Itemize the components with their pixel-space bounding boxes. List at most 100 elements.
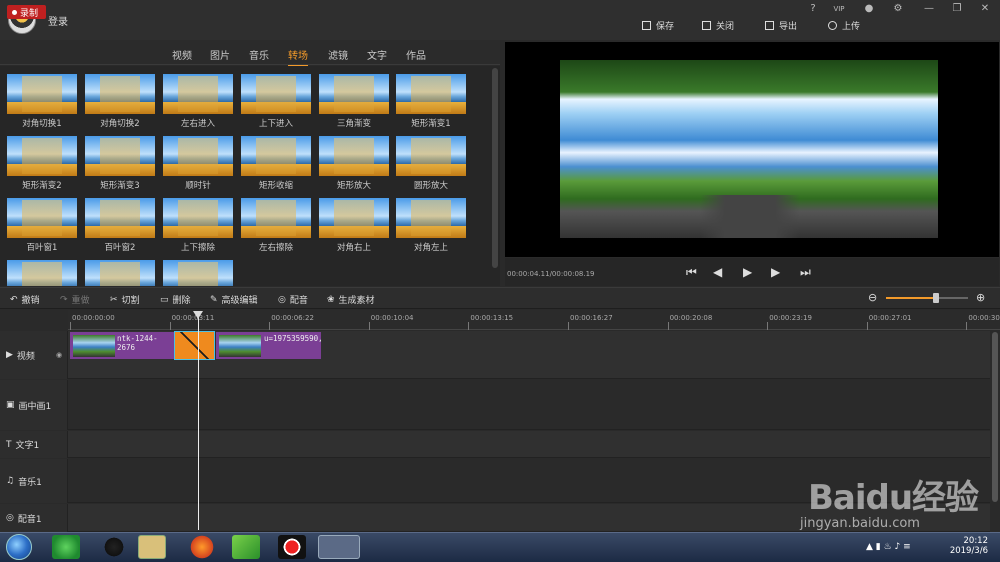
restore-icon[interactable]: ❐: [950, 2, 964, 16]
library-scrollbar[interactable]: [492, 68, 498, 268]
transition-label: 对角切换1: [22, 119, 62, 129]
transition-library: 对角切换1 对角切换2 左右进入 上下进入 三角渐变 矩形渐变1 矩形渐变2 矩形渐变3 顺时针…: [0, 66, 500, 286]
tab-image[interactable]: 图片: [210, 47, 230, 62]
transition-marker[interactable]: [174, 331, 215, 360]
generate-material-button[interactable]: ❀ 生成素材: [327, 293, 375, 307]
export-button[interactable]: 导出: [765, 19, 797, 32]
firefox-icon[interactable]: [188, 535, 216, 559]
ruler-tick: [269, 322, 271, 330]
clip-label: ntk-1244-2676: [117, 334, 158, 352]
transition-thumbnail[interactable]: [396, 198, 466, 238]
zoom-slider-handle[interactable]: [933, 293, 940, 303]
transition-thumbnail[interactable]: [319, 136, 389, 176]
transition-thumbnail[interactable]: [241, 198, 311, 238]
close-project-button[interactable]: 关闭: [702, 19, 734, 32]
delete-button[interactable]: ▭ 删除: [160, 293, 191, 307]
qq-icon[interactable]: [100, 535, 128, 559]
transition-label: 矩形放大: [336, 181, 371, 191]
app-360-icon[interactable]: [52, 535, 80, 559]
transition-thumbnail[interactable]: [163, 198, 233, 238]
video-clip-2[interactable]: u=1975359590,: [216, 332, 321, 359]
tab-transition[interactable]: 转场: [288, 47, 308, 67]
pencil-icon: ✎: [210, 294, 218, 305]
video-track-icon: ▶: [6, 350, 13, 360]
ruler-label: 00:00:10:04: [370, 314, 414, 322]
record-button[interactable]: 录制: [7, 5, 46, 19]
track-text-lane[interactable]: [0, 431, 990, 458]
timeline-scrollbar[interactable]: [992, 332, 998, 502]
transition-thumbnail[interactable]: [396, 136, 466, 176]
transition-thumbnail[interactable]: [7, 74, 77, 114]
transition-label: 上下擦除: [180, 243, 215, 253]
transition-label: 上下进入: [258, 119, 293, 129]
cut-button[interactable]: ✂ 切割: [110, 293, 140, 307]
mic-icon: ◎: [278, 294, 286, 305]
skip-start-icon[interactable]: ⏮: [686, 265, 697, 280]
zoom-out-icon[interactable]: ⊖: [868, 291, 877, 304]
transition-thumbnail[interactable]: [7, 260, 77, 286]
zoom-in-icon[interactable]: ⊕: [976, 291, 985, 304]
transition-thumbnail[interactable]: [7, 136, 77, 176]
transition-thumbnail[interactable]: [241, 136, 311, 176]
transition-thumbnail[interactable]: [396, 74, 466, 114]
tab-text[interactable]: 文字: [367, 47, 387, 62]
transition-thumbnail[interactable]: [163, 260, 233, 286]
track-header-text: T 文字1: [0, 431, 68, 458]
track-pip-lane[interactable]: [0, 380, 990, 430]
trash-icon: ▭: [160, 294, 169, 305]
start-button[interactable]: [6, 534, 32, 560]
taskbar-clock[interactable]: 20:12 2019/3/6: [930, 536, 988, 556]
editor-taskbar-icon[interactable]: [318, 535, 360, 559]
track-header-music: ♫ 音乐1: [0, 459, 68, 503]
advanced-edit-button[interactable]: ✎ 高级编辑: [210, 293, 258, 307]
login-link[interactable]: 登录: [48, 13, 68, 28]
step-forward-icon[interactable]: ▶: [771, 265, 780, 279]
track-header-voice: ◎ 配音1: [0, 504, 68, 532]
tab-works[interactable]: 作品: [406, 47, 426, 62]
tab-music[interactable]: 音乐: [249, 47, 269, 62]
vip-icon[interactable]: VIP: [832, 2, 846, 16]
skip-end-icon[interactable]: ⏭: [800, 265, 811, 280]
transition-thumbnail[interactable]: [163, 74, 233, 114]
play-icon[interactable]: ▶: [743, 265, 752, 279]
upload-button[interactable]: 上传: [828, 19, 860, 32]
transition-thumbnail[interactable]: [7, 198, 77, 238]
save-button[interactable]: 保存: [642, 19, 674, 32]
redo-button[interactable]: ↷ 重做: [60, 293, 90, 307]
transition-thumbnail[interactable]: [85, 74, 155, 114]
record-app-icon[interactable]: [278, 535, 306, 559]
save-icon: [642, 21, 651, 30]
playhead-handle[interactable]: [193, 311, 203, 319]
zoom-slider-fill: [886, 297, 937, 299]
transition-thumbnail[interactable]: [85, 198, 155, 238]
transition-thumbnail[interactable]: [85, 260, 155, 286]
dub-button[interactable]: ◎ 配音: [278, 293, 308, 307]
ruler-tick: [966, 322, 968, 330]
playhead[interactable]: [198, 314, 199, 530]
video-clip-1[interactable]: ntk-1244-2676: [70, 332, 174, 359]
transition-thumbnail[interactable]: [319, 198, 389, 238]
clock-time: 20:12: [963, 536, 989, 546]
tab-filter[interactable]: 滤镜: [328, 47, 348, 62]
redo-icon: ↷: [60, 294, 68, 305]
record-icon: [12, 9, 17, 15]
transition-thumbnail[interactable]: [241, 74, 311, 114]
media-app-icon[interactable]: [232, 535, 260, 559]
ruler-tick: [169, 322, 171, 330]
transition-thumbnail[interactable]: [163, 136, 233, 176]
step-back-icon[interactable]: ◀: [713, 265, 722, 279]
tab-video[interactable]: 视频: [172, 47, 192, 62]
eye-icon[interactable]: ◉: [56, 351, 64, 359]
transition-thumbnail[interactable]: [319, 74, 389, 114]
transition-thumbnail[interactable]: [85, 136, 155, 176]
undo-button[interactable]: ↶ 撤销: [10, 293, 40, 307]
gear-icon[interactable]: ⚙: [891, 2, 905, 16]
bell-icon[interactable]: ●: [862, 2, 876, 16]
baidu-watermark-url: jingyan.baidu.com: [800, 516, 920, 531]
transition-label: 左右擦除: [258, 243, 293, 253]
close-icon[interactable]: ✕: [978, 2, 992, 16]
tray-icons[interactable]: ▲ ▮ ♨ ♪ ≡: [866, 542, 911, 552]
help-icon[interactable]: ?: [806, 2, 820, 16]
minimize-icon[interactable]: —: [922, 2, 936, 16]
explorer-icon[interactable]: [138, 535, 166, 559]
